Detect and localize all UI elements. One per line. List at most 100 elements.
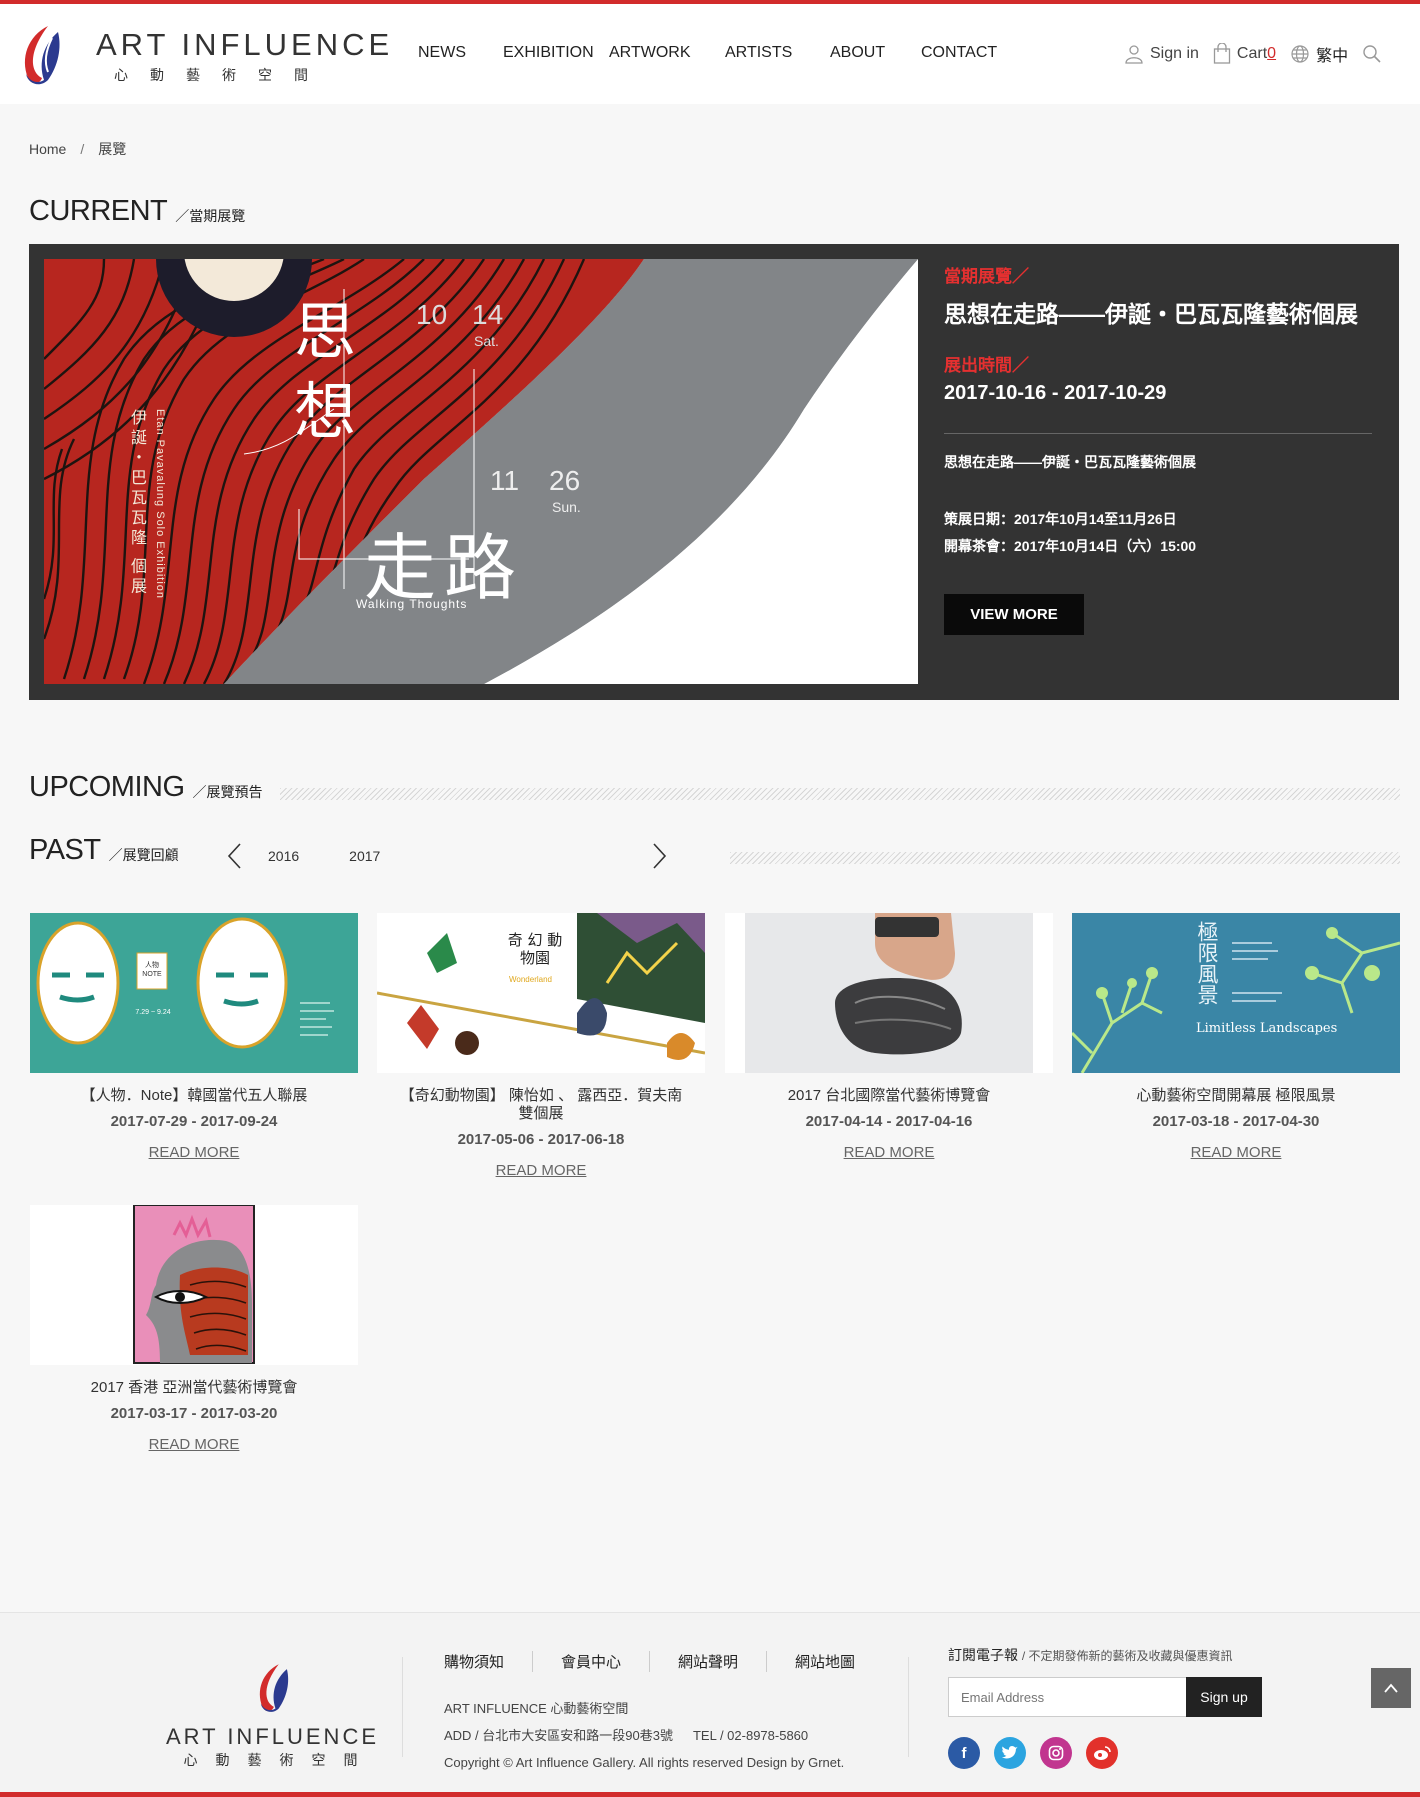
globe-icon (1291, 45, 1309, 63)
past-exhibition-image[interactable] (725, 913, 1053, 1073)
nav-about[interactable]: ABOUT (830, 44, 885, 62)
footer-link-statement[interactable]: 網站聲明 (678, 1654, 738, 1671)
exhibition-thumbnail (30, 913, 358, 1073)
view-more-button[interactable]: VIEW MORE (944, 594, 1084, 635)
nav-artists[interactable]: ARTISTS (725, 44, 792, 62)
upcoming-section-title: UPCOMING ／展覽預告 (29, 772, 263, 802)
search-button[interactable] (1362, 44, 1388, 64)
bottom-accent-bar (0, 1792, 1420, 1797)
nav-artwork[interactable]: ARTWORK (609, 44, 690, 62)
past-exhibition-image[interactable] (30, 1205, 358, 1365)
email-field[interactable] (948, 1677, 1186, 1717)
year-2016[interactable]: 2016 (268, 848, 299, 864)
read-more-link[interactable]: READ MORE (149, 1436, 240, 1453)
past-exhibition-card: 2017 台北國際當代藝術博覽會 2017-04-14 - 2017-04-16… (725, 913, 1053, 1162)
site-header: ART INFLUENCE 心動藝術空間 NEWS EXHIBITION ART… (0, 4, 1420, 104)
chevron-right-icon (653, 843, 667, 869)
current-section-title: CURRENT ／當期展覽 (29, 196, 245, 226)
breadcrumb-home[interactable]: Home (29, 141, 66, 157)
footer-link-members[interactable]: 會員中心 (561, 1654, 621, 1671)
current-label: 當期展覽／ (944, 267, 1029, 286)
poster-date-end-weekday: Sun. (552, 499, 581, 515)
back-to-top-button[interactable] (1371, 1668, 1411, 1708)
past-exhibition-title: 心動藝術空間開幕展 極限風景 (1136, 1087, 1336, 1104)
twitter-bird-icon (1002, 1746, 1018, 1759)
past-exhibition-title: 【人物．Note】韓國當代五人聯展 (80, 1087, 308, 1104)
nav-exhibition[interactable]: EXHIBITION (503, 44, 594, 62)
past-exhibition-dates: 2017-03-18 - 2017-04-30 (1152, 1113, 1320, 1130)
search-icon (1363, 45, 1381, 63)
year-2017[interactable]: 2017 (349, 848, 380, 864)
nav-news[interactable]: NEWS (418, 44, 466, 62)
past-exhibition-dates: 2017-04-14 - 2017-04-16 (805, 1113, 973, 1130)
poster-date-start-weekday: Sat. (474, 333, 499, 349)
poster-date-start-month: 10 (416, 299, 448, 330)
chevron-left-icon (227, 843, 241, 869)
footer-copyright: Copyright © Art Influence Gallery. All r… (444, 1755, 845, 1770)
current-title-zh: ／當期展覽 (175, 208, 246, 224)
footer-logo: ART INFLUENCE 心動藝術空間 (166, 1661, 379, 1770)
past-exhibition-image[interactable]: 人物 NOTE 7.29 ~ 9.24 (30, 913, 358, 1073)
past-exhibition-image[interactable]: 極限風景 Limitless Landscapes (1072, 913, 1400, 1073)
twitter-icon[interactable] (994, 1737, 1026, 1769)
cart-count: 0 (1267, 45, 1277, 62)
read-more-link[interactable]: READ MORE (496, 1162, 587, 1179)
signin-label: Sign in (1150, 45, 1199, 62)
current-title-en: CURRENT (29, 195, 168, 227)
past-exhibition-image[interactable]: 奇 幻 動物園 Wonderland (377, 913, 705, 1073)
poster-date-start-day: 14 (472, 299, 504, 330)
logo-flame-icon (259, 1664, 288, 1712)
past-exhibition-card: 奇 幻 動物園 Wonderland 【奇幻動物園】 陳怡如 、 露西亞．賀夫南… (377, 913, 705, 1180)
current-exhibition-poster[interactable]: 思 想 走 路 10 14 Sat. 11 26 Sun. 伊誕・巴瓦瓦隆 個展… (44, 259, 918, 684)
read-more-link[interactable]: READ MORE (1191, 1144, 1282, 1161)
year-prev-button[interactable] (226, 842, 242, 870)
past-exhibition-dates: 2017-07-29 - 2017-09-24 (110, 1113, 278, 1130)
past-exhibition-card: 2017 香港 亞洲當代藝術博覽會 2017-03-17 - 2017-03-2… (30, 1205, 358, 1454)
poster-vertical-en: Etan Pavavalung Solo Exhibition (154, 409, 166, 599)
language-label: 繁中 (1316, 48, 1349, 65)
social-links: f (948, 1737, 1262, 1769)
curation-dates: 策展日期：2017年10月14至11月26日 (944, 511, 1177, 527)
signin-link[interactable]: Sign in (1124, 44, 1199, 64)
poster-subtitle-en: Walking Thoughts (356, 597, 468, 611)
user-icon (1125, 45, 1143, 64)
weibo-icon[interactable] (1086, 1737, 1118, 1769)
footer-company: ART INFLUENCE 心動藝術空間 (444, 1701, 629, 1716)
thumb-note-dates: 7.29 ~ 9.24 (135, 1009, 171, 1016)
footer-divider (402, 1657, 403, 1757)
newsletter-subscribe: 訂閱電子報 / 不定期發佈新的藝術及收藏與優惠資訊 Sign up f (948, 1645, 1262, 1769)
site-logo[interactable]: ART INFLUENCE 心動藝術空間 (18, 22, 393, 88)
past-exhibition-dates: 2017-03-17 - 2017-03-20 (110, 1405, 278, 1422)
footer-divider (908, 1657, 909, 1757)
past-exhibition-dates: 2017-05-06 - 2017-06-18 (457, 1131, 625, 1148)
past-exhibition-title: 2017 香港 亞洲當代藝術博覽會 (90, 1379, 298, 1396)
read-more-link[interactable]: READ MORE (149, 1144, 240, 1161)
past-section-title: PAST ／展覽回顧 (29, 835, 179, 865)
poster-date-end-month: 11 (490, 465, 520, 496)
footer-link-shopping[interactable]: 購物須知 (444, 1654, 504, 1671)
nav-contact[interactable]: CONTACT (921, 44, 997, 62)
breadcrumb-separator: / (80, 141, 85, 157)
year-next-button[interactable] (652, 842, 668, 870)
language-switch[interactable]: 繁中 (1290, 42, 1348, 66)
weibo-logo-icon (1094, 1746, 1111, 1760)
footer-link-sitemap[interactable]: 網站地圖 (795, 1654, 855, 1671)
breadcrumb: Home / 展覽 (29, 139, 126, 159)
current-exhibition-desc: 思想在走路——伊誕‧巴瓦瓦隆藝術個展 (944, 454, 1196, 470)
thumb-note-badge: 人物 NOTE (142, 962, 162, 978)
footer-logo-zh: 心動藝術空間 (183, 1752, 376, 1768)
past-title-zh: ／展覽回顧 (108, 847, 179, 863)
facebook-icon[interactable]: f (948, 1737, 980, 1769)
past-title-en: PAST (29, 834, 101, 866)
instagram-icon[interactable] (1040, 1737, 1072, 1769)
past-exhibition-card: 人物 NOTE 7.29 ~ 9.24 【人物．Note】韓國當代五人聯展 20… (30, 913, 358, 1162)
signup-button[interactable]: Sign up (1186, 1677, 1262, 1717)
past-exhibition-title: 2017 台北國際當代藝術博覽會 (787, 1087, 991, 1104)
past-exhibition-card: 極限風景 Limitless Landscapes 心動藝術空間開幕展 極限風景… (1072, 913, 1400, 1162)
instagram-camera-icon (1048, 1745, 1064, 1761)
footer-links: 購物須知 會員中心 網站聲明 網站地圖 (444, 1651, 883, 1672)
cart-link[interactable]: Cart 0 (1213, 43, 1276, 65)
read-more-link[interactable]: READ MORE (844, 1144, 935, 1161)
dates-label: 展出時間／ (944, 356, 1029, 375)
current-exhibition-dates: 2017-10-16 - 2017-10-29 (944, 382, 1167, 404)
